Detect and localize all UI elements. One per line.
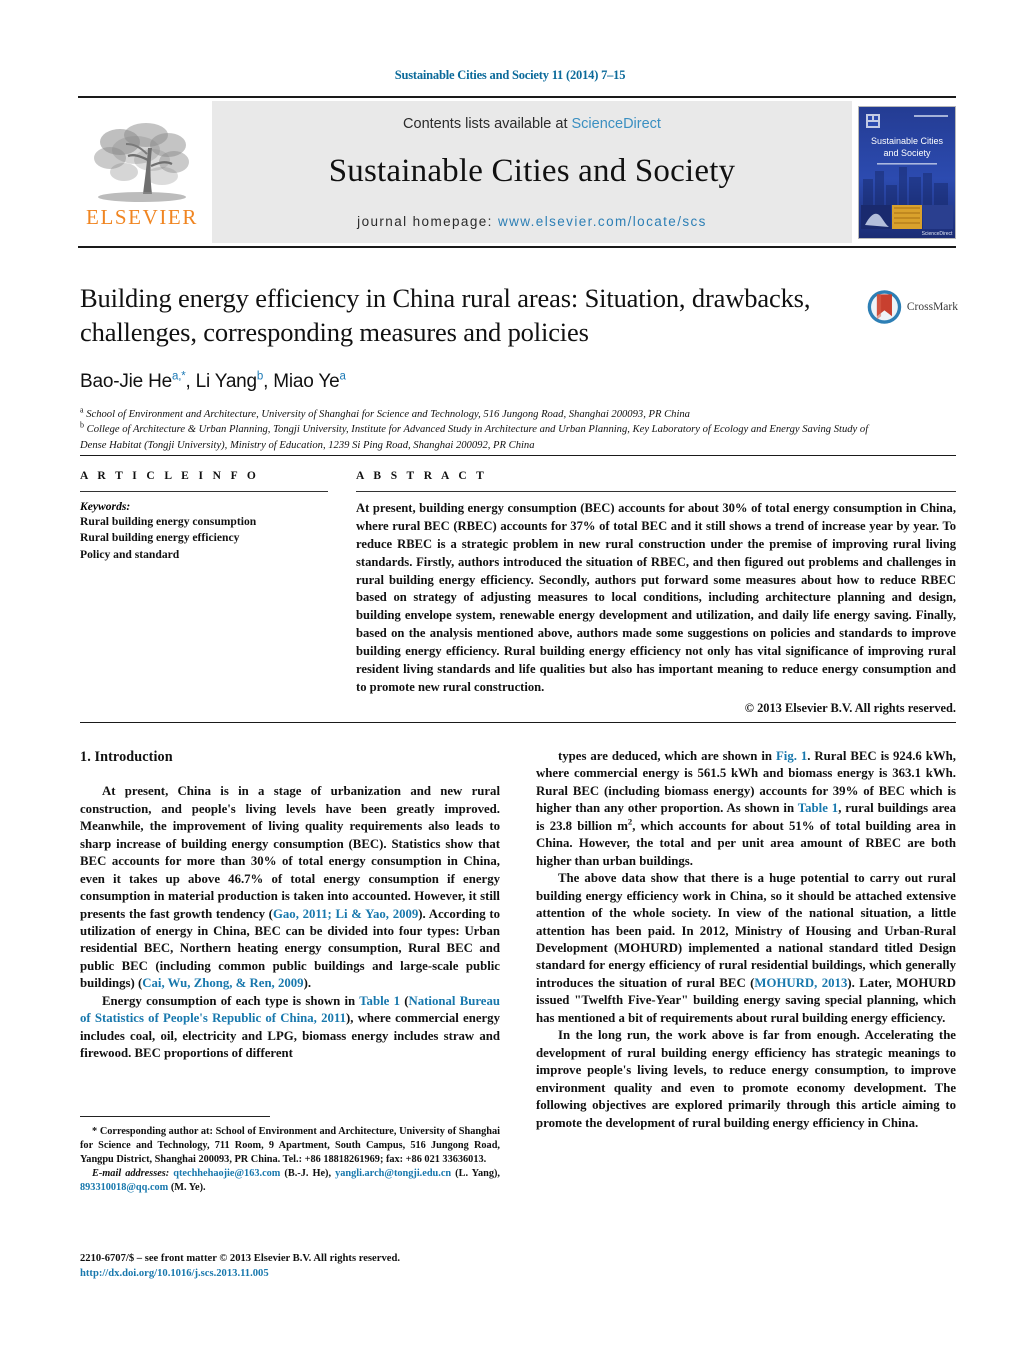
crossmark-label: CrossMark <box>906 301 958 313</box>
affiliations: a School of Environment and Architecture… <box>80 405 870 453</box>
footnote-block: * Corresponding author at: School of Env… <box>80 1125 500 1195</box>
frontmatter-block: 2210-6707/$ – see front matter © 2013 El… <box>80 1251 510 1282</box>
journal-homepage-line: journal homepage: www.elsevier.com/locat… <box>357 214 707 229</box>
corresponding-author-note: * Corresponding author at: School of Env… <box>80 1126 500 1165</box>
paragraph: The above data show that there is a huge… <box>536 871 957 1025</box>
abstract-heading: A B S T R A C T <box>356 470 488 482</box>
affiliation-b: b College of Architecture & Urban Planni… <box>80 420 869 451</box>
section-heading-introduction: 1. Introduction <box>80 749 173 765</box>
page-title: Building energy efficiency in China rura… <box>80 283 811 348</box>
keyword-item: Rural building energy consumption <box>80 515 257 528</box>
svg-text:Sustainable Cities: Sustainable Cities <box>871 136 944 146</box>
journal-masthead: ELSEVIER Contents lists available at Sci… <box>78 96 956 248</box>
paragraph: At present, China is in a stage of urban… <box>80 784 500 991</box>
crossmark-icon <box>867 290 902 324</box>
keyword-item: Rural building energy efficiency <box>80 531 240 545</box>
paragraph: types are deduced, which are shown in Fi… <box>536 749 956 868</box>
contents-prefix: Contents lists available at <box>403 116 572 132</box>
title-block: Building energy efficiency in China rura… <box>80 281 870 453</box>
email-addresses-note: E-mail addresses: qtechhehaojie@163.com … <box>80 1168 501 1193</box>
divider-above-abstract <box>80 455 956 456</box>
abstract-column: A B S T R A C T At present, building ene… <box>356 470 956 716</box>
issn-copyright-line: 2210-6707/$ – see front matter © 2013 El… <box>80 1253 400 1264</box>
keywords-label: Keywords: <box>80 500 131 513</box>
body-column-right: types are deduced, which are shown in Fi… <box>536 748 956 1132</box>
journal-band: Contents lists available at ScienceDirec… <box>212 101 852 243</box>
article-info-rule <box>80 491 328 492</box>
sciencedirect-link[interactable]: ScienceDirect <box>572 116 661 132</box>
affiliation-a: a School of Environment and Architecture… <box>80 405 690 420</box>
abstract-text: At present, building energy consumption … <box>356 501 956 694</box>
journal-cover-thumbnail: Sustainable Cities and Society ScienceDi… <box>858 105 956 239</box>
article-info-column: A R T I C L E I N F O Keywords: Rural bu… <box>80 470 328 563</box>
crossmark-badge[interactable]: CrossMark <box>866 283 958 331</box>
author-list: Bao-Jie Hea,*, Li Yangb, Miao Yea <box>80 370 346 392</box>
paragraph: In the long run, the work above is far f… <box>536 1028 956 1130</box>
homepage-url-link[interactable]: www.elsevier.com/locate/scs <box>498 214 707 229</box>
journal-title: Sustainable Cities and Society <box>328 153 736 189</box>
svg-text:and Society: and Society <box>883 148 931 158</box>
paragraph: Energy consumption of each type is shown… <box>80 993 500 1061</box>
keyword-item: Policy and standard <box>80 547 180 561</box>
homepage-prefix: journal homepage: <box>357 214 498 229</box>
abstract-rule <box>356 491 956 492</box>
divider-above-body <box>80 722 956 723</box>
doi-link[interactable]: http://dx.doi.org/10.1016/j.scs.2013.11.… <box>80 1266 510 1281</box>
paper-page: Sustainable Cities and Society 11 (2014)… <box>0 0 1020 1351</box>
cover-artwork: Sustainable Cities and Society ScienceDi… <box>859 106 955 238</box>
running-head: Sustainable Cities and Society 11 (2014)… <box>394 68 626 82</box>
elsevier-logo: ELSEVIER <box>78 101 206 243</box>
contents-lists-line: Contents lists available at ScienceDirec… <box>403 116 661 132</box>
article-info-heading: A R T I C L E I N F O <box>80 470 260 482</box>
elsevier-tree-icon <box>94 123 189 202</box>
body-column-left: 1. Introduction At present, China is in … <box>80 748 500 1063</box>
footnote-divider <box>80 1116 270 1117</box>
elsevier-wordmark: ELSEVIER <box>86 205 198 229</box>
abstract-copyright: © 2013 Elsevier B.V. All rights reserved… <box>744 700 956 715</box>
svg-text:ScienceDirect: ScienceDirect <box>922 231 953 237</box>
